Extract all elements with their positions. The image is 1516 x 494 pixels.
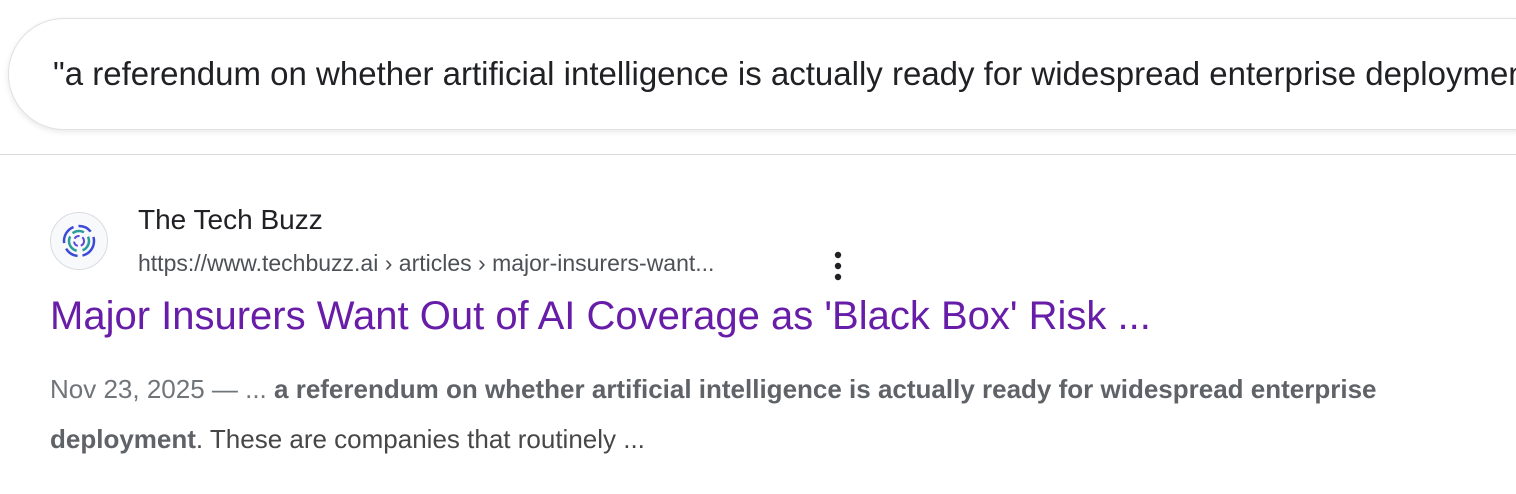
search-results-page: The Tech Buzz https://www.techbuzz.ai › … bbox=[0, 0, 1516, 494]
three-dot-menu-icon[interactable] bbox=[826, 248, 850, 284]
search-bar[interactable] bbox=[8, 18, 1516, 130]
snippet-text: . These are companies that routinely ... bbox=[195, 424, 645, 454]
techbuzz-logo-icon[interactable] bbox=[50, 212, 108, 270]
site-name[interactable]: The Tech Buzz bbox=[138, 204, 323, 236]
techbuzz-logo-icon-graphic bbox=[62, 224, 96, 258]
result-title-link[interactable]: Major Insurers Want Out of AI Coverage a… bbox=[50, 294, 1151, 339]
search-input[interactable] bbox=[53, 19, 1516, 129]
site-url[interactable]: https://www.techbuzz.ai › articles › maj… bbox=[138, 250, 714, 277]
three-dot-menu-icon-graphic bbox=[834, 251, 842, 281]
result-snippet: Nov 23, 2025 — ... a referendum on wheth… bbox=[50, 364, 1420, 464]
header-divider bbox=[0, 154, 1516, 155]
snippet-date: Nov 23, 2025 — ... bbox=[50, 374, 275, 404]
